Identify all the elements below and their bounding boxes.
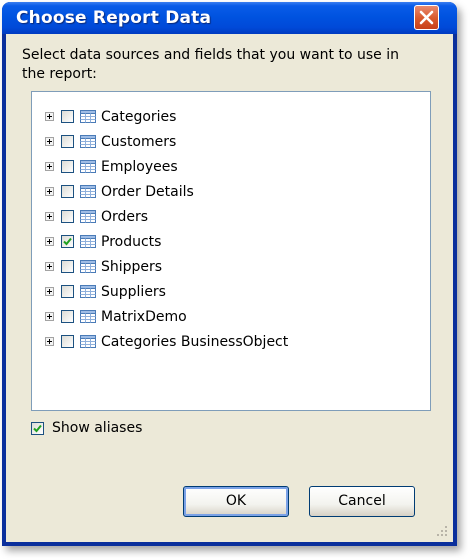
tree-item[interactable]: Shippers bbox=[45, 256, 162, 277]
tree-item-label: Categories bbox=[101, 108, 177, 125]
table-icon bbox=[80, 160, 96, 173]
tree-item-label: Employees bbox=[101, 158, 178, 175]
item-checkbox[interactable] bbox=[61, 260, 74, 273]
expand-icon[interactable] bbox=[45, 137, 54, 146]
tree-item[interactable]: MatrixDemo bbox=[45, 306, 187, 327]
tree-item-label: Categories BusinessObject bbox=[101, 333, 289, 350]
close-icon bbox=[419, 10, 434, 25]
tree-item-label: Suppliers bbox=[101, 283, 166, 300]
tree-item-label: Customers bbox=[101, 133, 177, 150]
expand-icon[interactable] bbox=[45, 262, 54, 271]
tree-item-label: Shippers bbox=[101, 258, 163, 275]
tree-item-label: MatrixDemo bbox=[101, 308, 187, 325]
table-icon bbox=[80, 210, 96, 223]
tree-item[interactable]: Employees bbox=[45, 156, 178, 177]
item-checkbox[interactable] bbox=[61, 335, 74, 348]
table-icon bbox=[80, 135, 96, 148]
tree-item[interactable]: Orders bbox=[45, 206, 148, 227]
table-icon bbox=[80, 235, 96, 248]
show-aliases-option[interactable]: Show aliases bbox=[31, 420, 142, 436]
table-icon bbox=[80, 310, 96, 323]
expand-icon[interactable] bbox=[45, 187, 54, 196]
item-checkbox[interactable] bbox=[61, 110, 74, 123]
tree-item-label: Order Details bbox=[101, 183, 194, 200]
table-icon bbox=[80, 110, 96, 123]
item-checkbox[interactable] bbox=[61, 210, 74, 223]
show-aliases-checkbox[interactable] bbox=[31, 421, 44, 435]
expand-icon[interactable] bbox=[45, 337, 54, 346]
table-icon bbox=[80, 335, 96, 348]
expand-icon[interactable] bbox=[45, 237, 54, 246]
item-checkbox[interactable] bbox=[61, 310, 74, 323]
title-bar[interactable]: Choose Report Data bbox=[2, 2, 457, 34]
item-checkbox[interactable] bbox=[61, 160, 74, 173]
checkmark-icon bbox=[33, 424, 42, 432]
item-checkbox[interactable] bbox=[61, 235, 74, 248]
resize-grip-icon[interactable] bbox=[436, 525, 448, 537]
tree-item[interactable]: Products bbox=[45, 231, 161, 252]
cancel-button[interactable]: Cancel bbox=[309, 486, 415, 517]
expand-icon[interactable] bbox=[45, 112, 54, 121]
expand-icon[interactable] bbox=[45, 162, 54, 171]
checkmark-icon bbox=[63, 237, 72, 246]
dialog-title: Choose Report Data bbox=[16, 8, 212, 28]
expand-icon[interactable] bbox=[45, 287, 54, 296]
tree-item[interactable]: Suppliers bbox=[45, 281, 166, 302]
expand-icon[interactable] bbox=[45, 312, 54, 321]
item-checkbox[interactable] bbox=[61, 135, 74, 148]
table-icon bbox=[80, 185, 96, 198]
data-source-tree[interactable]: Categories Customers Employees Order Det… bbox=[31, 91, 431, 411]
item-checkbox[interactable] bbox=[61, 185, 74, 198]
close-button[interactable] bbox=[414, 5, 439, 30]
expand-icon[interactable] bbox=[45, 212, 54, 221]
tree-item[interactable]: Order Details bbox=[45, 181, 194, 202]
item-checkbox[interactable] bbox=[61, 285, 74, 298]
show-aliases-label: Show aliases bbox=[52, 420, 143, 436]
instructions-text: Select data sources and fields that you … bbox=[22, 47, 399, 82]
tree-item[interactable]: Customers bbox=[45, 131, 176, 152]
table-icon bbox=[80, 260, 96, 273]
table-icon bbox=[80, 285, 96, 298]
tree-item[interactable]: Categories BusinessObject bbox=[45, 331, 288, 352]
tree-item-label: Orders bbox=[101, 208, 149, 225]
tree-item-label: Products bbox=[101, 233, 162, 250]
ok-button[interactable]: OK bbox=[183, 486, 289, 517]
tree-item[interactable]: Categories bbox=[45, 106, 176, 127]
